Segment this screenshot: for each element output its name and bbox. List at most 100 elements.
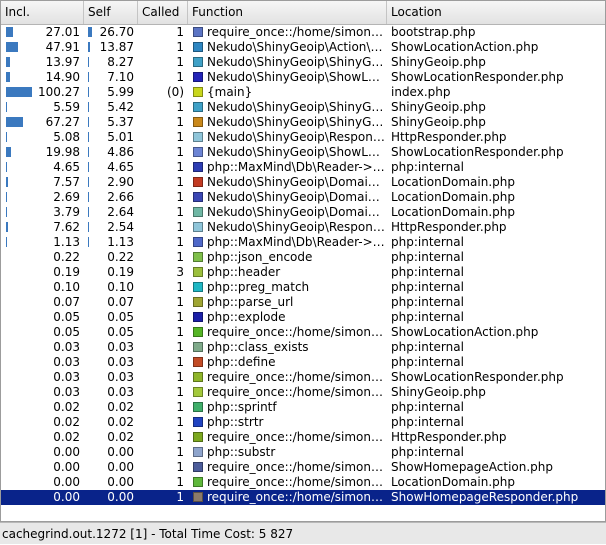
table-row[interactable]: 0.10 0.10 1 php::preg_match php:internal	[1, 280, 605, 295]
table-row[interactable]: 19.98 4.86 1 Nekudo\ShinyGeoip\ShowL… ShowLo…	[1, 145, 605, 160]
incl-cost-cell: 47.91	[45, 40, 80, 54]
location-cell: php:internal	[391, 355, 464, 369]
self-cost-cell: 0.02	[107, 430, 134, 444]
table-row[interactable]: 13.97 8.27 1 Nekudo\ShinyGeoip\ShinyG… Shiny…	[1, 55, 605, 70]
function-name-cell: Nekudo\ShinyGeoip\Domai…	[207, 175, 380, 189]
self-cost-cell: 13.87	[99, 40, 134, 54]
self-cost-cell: 0.19	[107, 265, 134, 279]
table-row[interactable]: 0.07 0.07 1 php::parse_url php:internal	[1, 295, 605, 310]
incl-cost-cell: 0.03	[53, 370, 80, 384]
table-row[interactable]: 4.65 4.65 1 php::MaxMind\Db\Reader->… php:in…	[1, 160, 605, 175]
incl-cost-cell: 0.19	[53, 265, 80, 279]
location-cell: php:internal	[391, 310, 464, 324]
function-color-swatch	[193, 492, 203, 502]
self-cost-cell: 0.03	[107, 355, 134, 369]
incl-cost-cell: 0.10	[53, 280, 80, 294]
table-row[interactable]: 2.69 2.66 1 Nekudo\ShinyGeoip\Domai… Locatio…	[1, 190, 605, 205]
function-color-swatch	[193, 387, 203, 397]
column-header-self[interactable]: Self	[84, 1, 138, 24]
function-name-cell: Nekudo\ShinyGeoip\Respon…	[207, 130, 385, 144]
table-row[interactable]: 5.08 5.01 1 Nekudo\ShinyGeoip\Respon… HttpRe…	[1, 130, 605, 145]
table-row[interactable]: 0.22 0.22 1 php::json_encode php:internal	[1, 250, 605, 265]
table-row[interactable]: 7.62 2.54 1 Nekudo\ShinyGeoip\Respon… HttpRe…	[1, 220, 605, 235]
column-header-location[interactable]: Location	[387, 1, 605, 24]
table-row[interactable]: 0.00 0.00 1 require_once::/home/simon… Locat…	[1, 475, 605, 490]
table-row[interactable]: 67.27 5.37 1 Nekudo\ShinyGeoip\ShinyG… Shiny…	[1, 115, 605, 130]
column-header-function[interactable]: Function	[188, 1, 387, 24]
self-cost-cell: 26.70	[99, 25, 134, 39]
function-name-cell: Nekudo\ShinyGeoip\ShowL…	[207, 145, 380, 159]
self-cost-cell: 7.10	[107, 70, 134, 84]
column-header-called[interactable]: Called	[138, 1, 188, 24]
self-cost-cell: 0.22	[107, 250, 134, 264]
incl-cost-cell: 27.01	[45, 25, 80, 39]
function-name-cell: php::strtr	[207, 415, 264, 429]
self-cost-cell: 0.07	[107, 295, 134, 309]
location-cell: php:internal	[391, 280, 464, 294]
table-row[interactable]: 14.90 7.10 1 Nekudo\ShinyGeoip\ShowL… ShowLo…	[1, 70, 605, 85]
table-row[interactable]: 0.03 0.03 1 require_once::/home/simon… Shiny…	[1, 385, 605, 400]
function-name-cell: require_once::/home/simon…	[207, 25, 384, 39]
table-row[interactable]: 0.02 0.02 1 php::strtr php:internal	[1, 415, 605, 430]
table-row[interactable]: 0.03 0.03 1 php::class_exists php:internal	[1, 340, 605, 355]
function-name-cell: require_once::/home/simon…	[207, 430, 384, 444]
function-color-swatch	[193, 462, 203, 472]
self-cost-cell: 0.10	[107, 280, 134, 294]
table-row[interactable]: 1.13 1.13 1 php::MaxMind\Db\Reader->… php:in…	[1, 235, 605, 250]
location-cell: ShowLocationAction.php	[391, 40, 539, 54]
function-color-swatch	[193, 312, 203, 322]
location-cell: HttpResponder.php	[391, 220, 507, 234]
table-row[interactable]: 47.91 13.87 1 Nekudo\ShinyGeoip\Action\… Sho…	[1, 40, 605, 55]
function-name-cell: Nekudo\ShinyGeoip\Action\…	[207, 40, 383, 54]
table-row[interactable]: 0.00 0.00 1 require_once::/home/simon… ShowH…	[1, 490, 605, 505]
self-cost-cell: 5.01	[107, 130, 134, 144]
column-header-incl[interactable]: Incl.	[1, 1, 84, 24]
table-row[interactable]: 0.00 0.00 1 require_once::/home/simon… ShowH…	[1, 460, 605, 475]
table-row[interactable]: 0.03 0.03 1 require_once::/home/simon… ShowL…	[1, 370, 605, 385]
table-row[interactable]: 7.57 2.90 1 Nekudo\ShinyGeoip\Domai… Locatio…	[1, 175, 605, 190]
table-row[interactable]: 0.00 0.00 1 php::substr php:internal	[1, 445, 605, 460]
location-cell: php:internal	[391, 340, 464, 354]
self-cost-cell: 4.65	[107, 160, 134, 174]
called-count-cell: 1	[176, 130, 184, 144]
location-cell: LocationDomain.php	[391, 205, 515, 219]
incl-cost-cell: 0.07	[53, 295, 80, 309]
incl-cost-cell: 5.08	[53, 130, 80, 144]
location-cell: bootstrap.php	[391, 25, 476, 39]
table-row[interactable]: 0.05 0.05 1 require_once::/home/simon… ShowL…	[1, 325, 605, 340]
location-cell: ShowLocationResponder.php	[391, 70, 564, 84]
location-cell: php:internal	[391, 235, 464, 249]
called-count-cell: 1	[176, 430, 184, 444]
function-name-cell: Nekudo\ShinyGeoip\Respon…	[207, 220, 385, 234]
incl-cost-cell: 0.00	[53, 475, 80, 489]
function-name-cell: Nekudo\ShinyGeoip\ShinyG…	[207, 100, 384, 114]
called-count-cell: 1	[176, 235, 184, 249]
location-cell: php:internal	[391, 415, 464, 429]
self-cost-cell: 1.13	[107, 235, 134, 249]
table-row[interactable]: 0.03 0.03 1 php::define php:internal	[1, 355, 605, 370]
function-name-cell: php::explode	[207, 310, 286, 324]
self-cost-cell: 0.02	[107, 415, 134, 429]
function-name-cell: Nekudo\ShinyGeoip\Domai…	[207, 205, 380, 219]
function-color-swatch	[193, 267, 203, 277]
function-color-swatch	[193, 192, 203, 202]
incl-cost-cell: 3.79	[53, 205, 80, 219]
called-count-cell: 1	[176, 70, 184, 84]
table-row[interactable]: 0.02 0.02 1 php::sprintf php:internal	[1, 400, 605, 415]
self-cost-cell: 0.00	[107, 490, 134, 504]
table-row[interactable]: 3.79 2.64 1 Nekudo\ShinyGeoip\Domai… Locatio…	[1, 205, 605, 220]
function-color-swatch	[193, 477, 203, 487]
self-cost-cell: 2.66	[107, 190, 134, 204]
table-row[interactable]: 100.27 5.99 (0) {main} index.php	[1, 85, 605, 100]
incl-cost-cell: 14.90	[45, 70, 80, 84]
table-row[interactable]: 0.05 0.05 1 php::explode php:internal	[1, 310, 605, 325]
function-name-cell: php::parse_url	[207, 295, 294, 309]
function-name-cell: php::substr	[207, 445, 276, 459]
incl-cost-cell: 5.59	[53, 100, 80, 114]
table-row[interactable]: 27.01 26.70 1 require_once::/home/simon… boo…	[1, 25, 605, 40]
function-name-cell: require_once::/home/simon…	[207, 490, 384, 504]
table-row[interactable]: 5.59 5.42 1 Nekudo\ShinyGeoip\ShinyG… ShinyG…	[1, 100, 605, 115]
table-row[interactable]: 0.02 0.02 1 require_once::/home/simon… HttpR…	[1, 430, 605, 445]
table-row[interactable]: 0.19 0.19 3 php::header php:internal	[1, 265, 605, 280]
called-count-cell: 1	[176, 355, 184, 369]
